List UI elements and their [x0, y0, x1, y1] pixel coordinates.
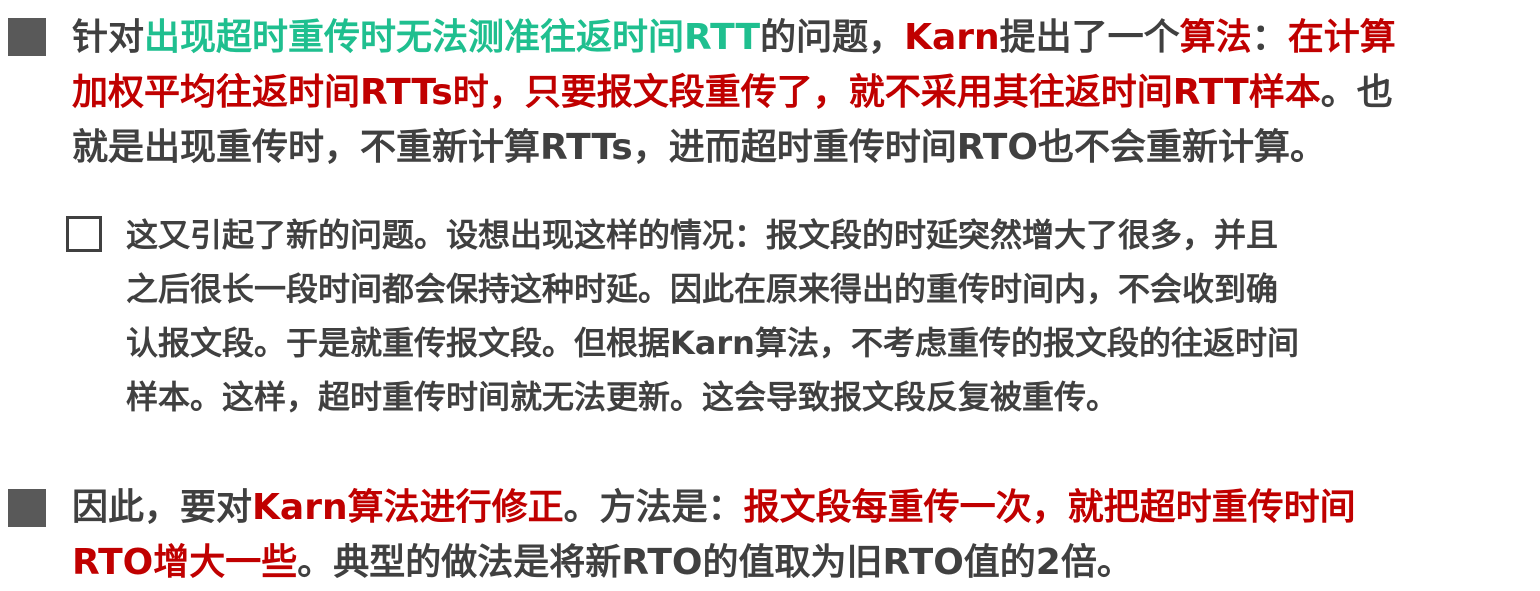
highlight-red: 在计算: [1287, 17, 1396, 58]
text-line: 针对出现超时重传时无法测准往返时间RTT的问题，Karn提出了一个算法：在计算: [72, 10, 1396, 65]
paragraph-new-problem: 这又引起了新的问题。设想出现这样的情况：报文段的时延突然增大了很多，并且 之后很长…: [126, 208, 1299, 424]
text-segment: 这又引起了新的问题。设想出现这样的情况：报文段的时延突然增大了很多，并且: [126, 216, 1279, 254]
text-segment: 提出了一个: [999, 17, 1180, 58]
text-segment: 针对: [72, 17, 145, 58]
highlight-red: RTO增大一些: [72, 542, 298, 583]
text-segment: 的问题，: [760, 17, 905, 58]
text-line: 加权平均往返时间RTTs时，只要报文段重传了，就不采用其往返时间RTT样本。也: [72, 65, 1396, 120]
highlight-teal: 出现超时重传时无法测准往返时间RTT: [144, 17, 761, 58]
text-segment: 之后很长一段时间都会保持这种时延。因此在原来得出的重传时间内，不会收到确: [126, 270, 1279, 308]
text-segment: 认报文段。于是就重传报文段。但根据Karn算法，不考虑重传的报文段的往返时间: [126, 324, 1299, 362]
text-line: 因此，要对Karn算法进行修正。方法是：报文段每重传一次，就把超时重传时间: [72, 480, 1356, 535]
text-line: 这又引起了新的问题。设想出现这样的情况：报文段的时延突然增大了很多，并且: [126, 208, 1299, 262]
text-line: 认报文段。于是就重传报文段。但根据Karn算法，不考虑重传的报文段的往返时间: [126, 316, 1299, 370]
text-segment: 。方法是：: [563, 487, 744, 528]
text-line: 之后很长一段时间都会保持这种时延。因此在原来得出的重传时间内，不会收到确: [126, 262, 1299, 316]
text-segment: 。典型的做法是将新RTO的值取为旧RTO值的2倍。: [297, 542, 1133, 583]
highlight-red: 报文段每重传一次，就把超时重传时间: [743, 487, 1356, 528]
text-segment: 样本。这样，超时重传时间就无法更新。这会导致报文段反复被重传。: [126, 378, 1119, 416]
text-segment: 因此，要对: [72, 487, 253, 528]
paragraph-karn-correction: 因此，要对Karn算法进行修正。方法是：报文段每重传一次，就把超时重传时间 RTO…: [72, 480, 1356, 590]
empty-square-icon: [66, 216, 102, 252]
highlight-red: Karn算法进行修正: [252, 487, 564, 528]
paragraph-karn-algorithm: 针对出现超时重传时无法测准往返时间RTT的问题，Karn提出了一个算法：在计算加…: [72, 10, 1396, 175]
text-line: 就是出现重传时，不重新计算RTTs，进而超时重传时间RTO也不会重新计算。: [72, 120, 1396, 175]
text-segment: 。也: [1320, 72, 1393, 113]
highlight-red: 算法: [1179, 17, 1252, 58]
highlight-red: 加权平均往返时间RTTs时，只要报文段重传了，就不采用其往返时间RTT样本: [72, 72, 1321, 113]
filled-square-icon: [8, 18, 46, 56]
filled-square-icon: [8, 489, 46, 527]
highlight-red: Karn: [904, 17, 1000, 58]
text-segment: ：: [1251, 17, 1288, 58]
text-line: 样本。这样，超时重传时间就无法更新。这会导致报文段反复被重传。: [126, 370, 1299, 424]
text-line: RTO增大一些。典型的做法是将新RTO的值取为旧RTO值的2倍。: [72, 535, 1356, 590]
text-segment: 就是出现重传时，不重新计算RTTs，进而超时重传时间RTO也不会重新计算。: [72, 127, 1326, 168]
